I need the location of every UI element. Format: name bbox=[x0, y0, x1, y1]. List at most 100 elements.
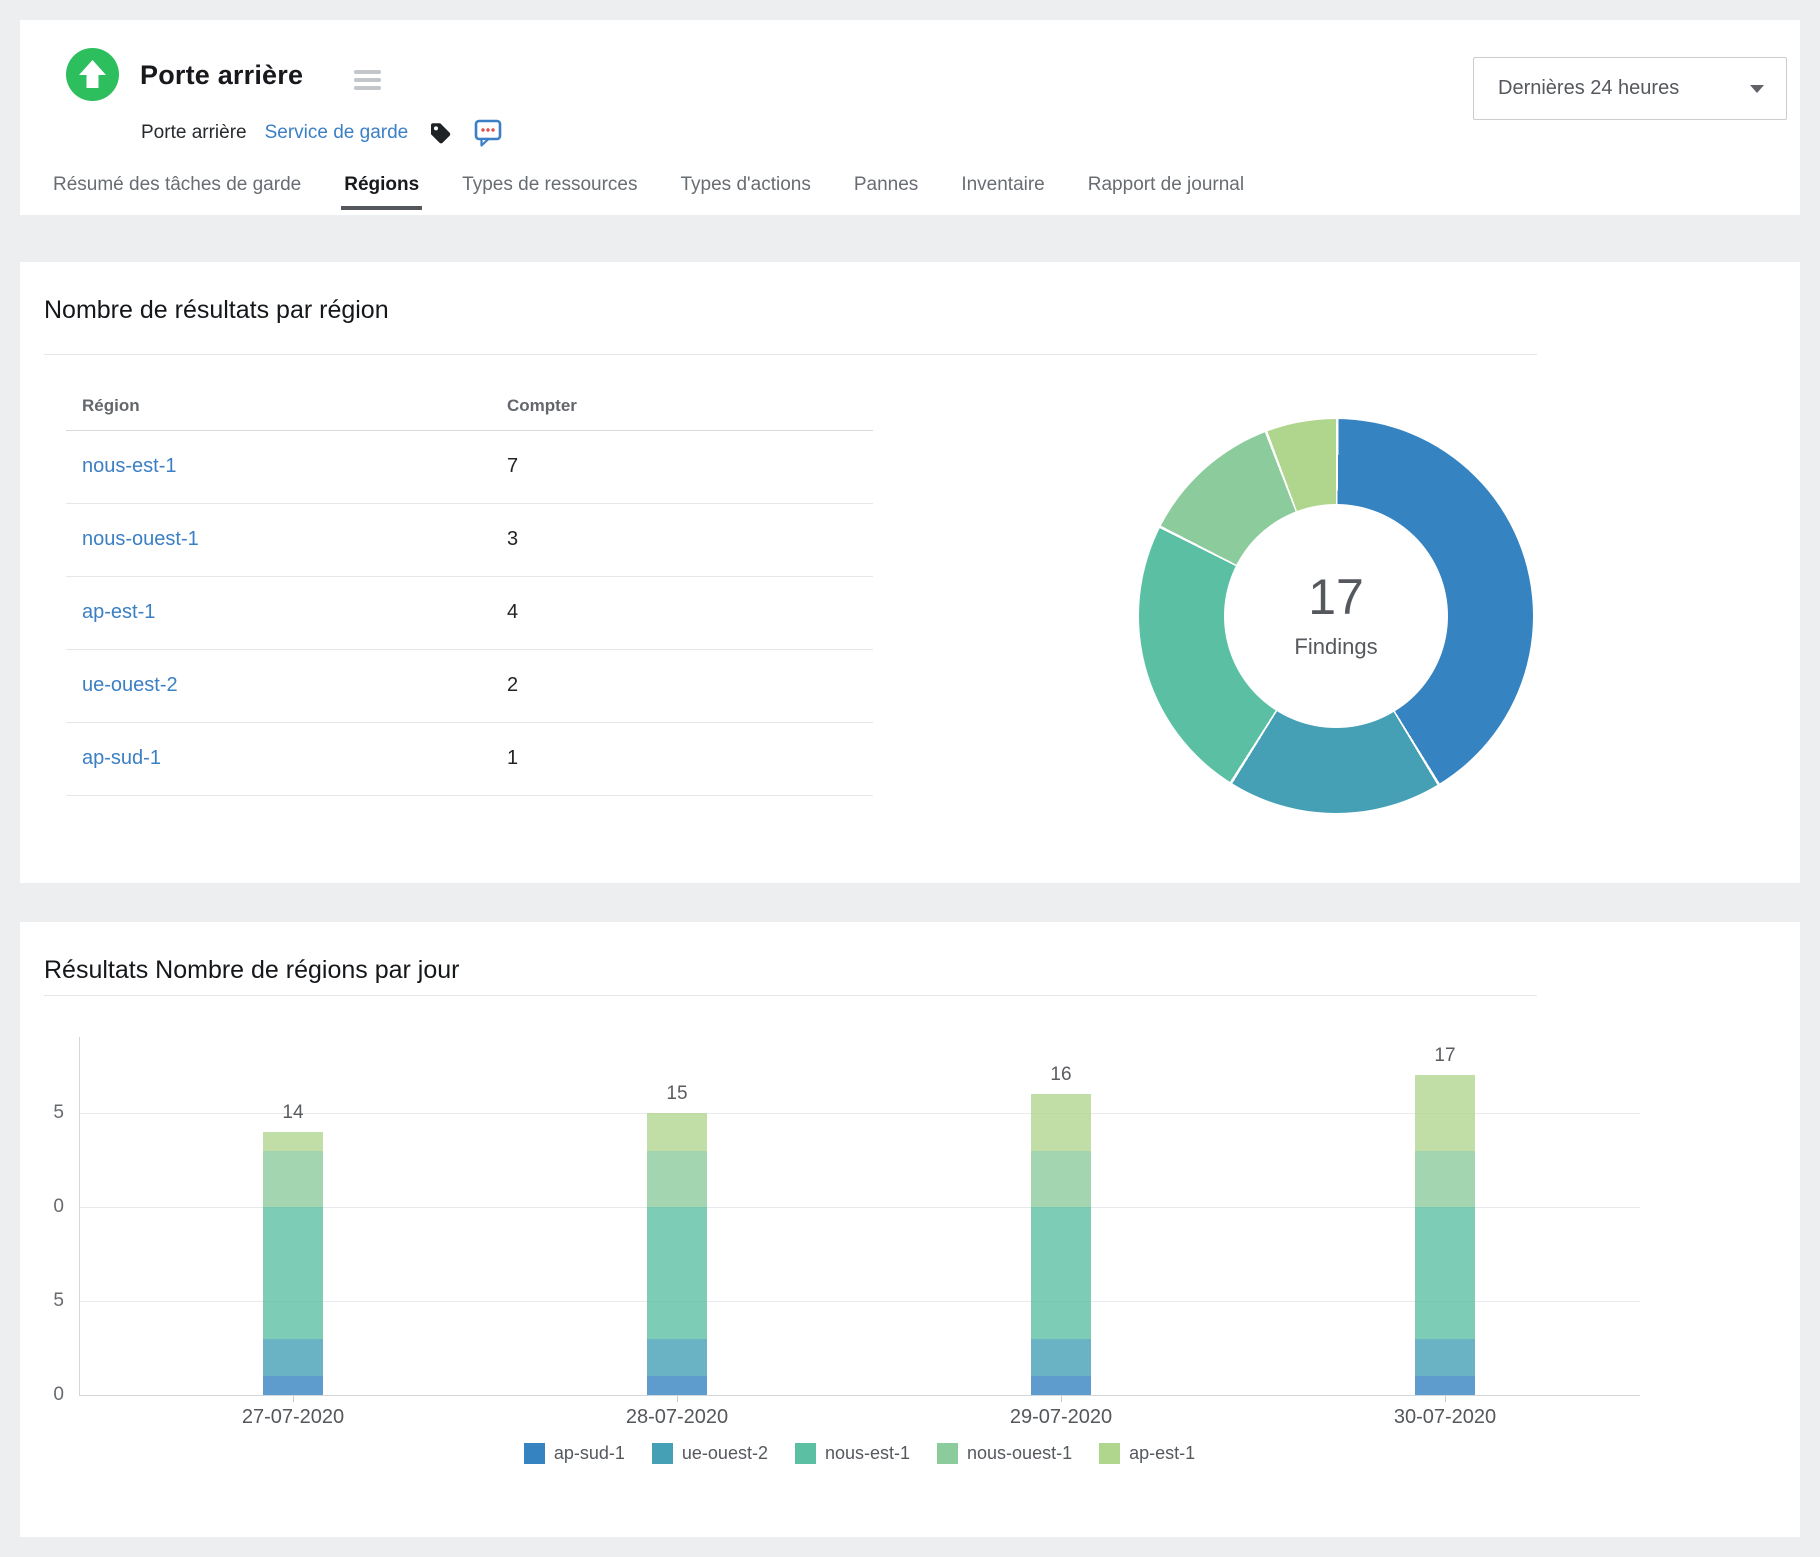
donut-total-value: 17 bbox=[1308, 572, 1364, 622]
y-axis-tick-label: 0 bbox=[24, 1196, 64, 1218]
tab-types-de-ressources[interactable]: Types de ressources bbox=[459, 173, 640, 210]
legend-label: nous-ouest-1 bbox=[967, 1443, 1072, 1464]
region-link-ue-ouest-2[interactable]: ue-ouest-2 bbox=[82, 674, 178, 696]
hamburger-menu-icon[interactable] bbox=[354, 70, 381, 90]
regions-card-title: Nombre de résultats par région bbox=[44, 296, 389, 325]
time-range-value: Dernières 24 heures bbox=[1498, 77, 1750, 100]
bar-segment-nous-est-1[interactable] bbox=[1031, 1207, 1091, 1339]
y-axis-tick-label: 5 bbox=[24, 1102, 64, 1124]
bar-segment-ue-ouest-2[interactable] bbox=[263, 1339, 323, 1377]
bar-segment-ap-est-1[interactable] bbox=[1415, 1075, 1475, 1150]
bar-total-label: 15 bbox=[637, 1083, 717, 1105]
legend-swatch bbox=[1099, 1443, 1120, 1464]
tabs: Résumé des tâches de garde Régions Types d… bbox=[50, 173, 1247, 210]
bar-total-label: 16 bbox=[1021, 1064, 1101, 1086]
x-axis-category-label: 27-07-2020 bbox=[203, 1406, 383, 1429]
legend-label: ap-est-1 bbox=[1129, 1443, 1195, 1464]
subtitle-text: Porte arrière bbox=[141, 122, 247, 144]
findings-donut-chart: 17 Findings bbox=[1139, 419, 1533, 813]
bar-segment-nous-est-1[interactable] bbox=[263, 1207, 323, 1339]
bar-segment-nous-ouest-1[interactable] bbox=[1415, 1151, 1475, 1207]
legend-label: ap-sud-1 bbox=[554, 1443, 625, 1464]
bar-segment-ue-ouest-2[interactable] bbox=[1415, 1339, 1475, 1377]
bar-segment-nous-est-1[interactable] bbox=[1415, 1207, 1475, 1339]
bar-segment-ap-sud-1[interactable] bbox=[1415, 1376, 1475, 1395]
bar-segment-ue-ouest-2[interactable] bbox=[647, 1339, 707, 1377]
bar-segment-nous-est-1[interactable] bbox=[647, 1207, 707, 1339]
regions-table-header-row: Région Compter bbox=[66, 383, 873, 430]
regions-card: Nombre de résultats par région Région Co… bbox=[20, 262, 1800, 883]
column-header-region: Région bbox=[66, 383, 500, 430]
legend-item-nous-est-1[interactable]: nous-est-1 bbox=[795, 1443, 910, 1464]
bar-segment-ap-sud-1[interactable] bbox=[263, 1376, 323, 1395]
legend-swatch bbox=[937, 1443, 958, 1464]
page-title: Porte arrière bbox=[140, 60, 303, 91]
header-card: Porte arrière Porte arrière Service de g… bbox=[20, 20, 1800, 215]
chevron-down-icon bbox=[1750, 85, 1764, 93]
region-count: 2 bbox=[500, 649, 873, 722]
daily-bar-chart: ap-sud-1 ue-ouest-2 nous-est-1 nous-ouest-1… bbox=[20, 922, 1800, 1537]
region-link-ap-sud-1[interactable]: ap-sud-1 bbox=[82, 747, 161, 769]
subtitle-row: Porte arrière Service de garde bbox=[141, 118, 502, 148]
region-count: 3 bbox=[500, 503, 873, 576]
legend-swatch bbox=[524, 1443, 545, 1464]
region-count: 7 bbox=[500, 430, 873, 503]
y-axis-tick-label: 0 bbox=[24, 1384, 64, 1406]
x-axis-tick bbox=[293, 1396, 294, 1402]
dashboard-page: Porte arrière Porte arrière Service de g… bbox=[0, 0, 1820, 1557]
bar-segment-ap-est-1[interactable] bbox=[263, 1132, 323, 1151]
legend-item-ap-est-1[interactable]: ap-est-1 bbox=[1099, 1443, 1195, 1464]
legend-swatch bbox=[652, 1443, 673, 1464]
y-axis-tick-label: 5 bbox=[24, 1290, 64, 1312]
region-link-ap-est-1[interactable]: ap-est-1 bbox=[82, 601, 155, 623]
bar-segment-ap-sud-1[interactable] bbox=[647, 1376, 707, 1395]
table-row: ue-ouest-2 2 bbox=[66, 649, 873, 722]
x-axis-tick bbox=[677, 1396, 678, 1402]
bar-segment-ap-est-1[interactable] bbox=[647, 1113, 707, 1151]
x-axis-tick bbox=[1061, 1396, 1062, 1402]
tab-r-gions[interactable]: Régions bbox=[341, 173, 422, 210]
donut-total-label: Findings bbox=[1294, 634, 1377, 660]
bar-segment-ap-sud-1[interactable] bbox=[1031, 1376, 1091, 1395]
tab-r-sum-des-t-ches-de-garde[interactable]: Résumé des tâches de garde bbox=[50, 173, 304, 210]
time-range-select[interactable]: Dernières 24 heures bbox=[1473, 57, 1787, 120]
column-header-count: Compter bbox=[500, 383, 873, 430]
divider bbox=[44, 354, 1537, 355]
legend-item-ap-sud-1[interactable]: ap-sud-1 bbox=[524, 1443, 625, 1464]
legend-label: nous-est-1 bbox=[825, 1443, 910, 1464]
bar-segment-ap-est-1[interactable] bbox=[1031, 1094, 1091, 1150]
bar-total-label: 17 bbox=[1405, 1045, 1485, 1067]
y-axis-line bbox=[79, 1037, 80, 1395]
bar-total-label: 14 bbox=[253, 1102, 333, 1124]
bar-segment-nous-ouest-1[interactable] bbox=[263, 1151, 323, 1207]
table-row: nous-est-1 7 bbox=[66, 430, 873, 503]
tab-types-d-actions[interactable]: Types d'actions bbox=[677, 173, 813, 210]
region-link-nous-ouest-1[interactable]: nous-ouest-1 bbox=[82, 528, 199, 550]
legend-item-nous-ouest-1[interactable]: nous-ouest-1 bbox=[937, 1443, 1072, 1464]
region-count: 1 bbox=[500, 722, 873, 795]
status-up-icon bbox=[66, 48, 119, 101]
table-row: ap-est-1 4 bbox=[66, 576, 873, 649]
donut-center: 17 Findings bbox=[1224, 504, 1448, 728]
daily-card: Résultats Nombre de régions par jour ap-… bbox=[20, 922, 1800, 1537]
gridline-y-0 bbox=[79, 1395, 1640, 1396]
comment-icon[interactable] bbox=[474, 119, 502, 147]
tab-inventaire[interactable]: Inventaire bbox=[958, 173, 1047, 210]
x-axis-tick bbox=[1445, 1396, 1446, 1402]
table-row: nous-ouest-1 3 bbox=[66, 503, 873, 576]
region-count: 4 bbox=[500, 576, 873, 649]
region-link-nous-est-1[interactable]: nous-est-1 bbox=[82, 455, 177, 477]
tag-icon[interactable] bbox=[428, 121, 452, 145]
tab-rapport-de-journal[interactable]: Rapport de journal bbox=[1085, 173, 1247, 210]
table-row: ap-sud-1 1 bbox=[66, 722, 873, 795]
chart-legend: ap-sud-1 ue-ouest-2 nous-est-1 nous-ouest-1… bbox=[79, 1443, 1640, 1464]
x-axis-category-label: 29-07-2020 bbox=[971, 1406, 1151, 1429]
x-axis-category-label: 30-07-2020 bbox=[1355, 1406, 1535, 1429]
legend-item-ue-ouest-2[interactable]: ue-ouest-2 bbox=[652, 1443, 768, 1464]
bar-segment-nous-ouest-1[interactable] bbox=[647, 1151, 707, 1207]
bar-segment-ue-ouest-2[interactable] bbox=[1031, 1339, 1091, 1377]
x-axis-category-label: 28-07-2020 bbox=[587, 1406, 767, 1429]
on-call-service-link[interactable]: Service de garde bbox=[265, 122, 409, 144]
tab-pannes[interactable]: Pannes bbox=[851, 173, 921, 210]
bar-segment-nous-ouest-1[interactable] bbox=[1031, 1151, 1091, 1207]
